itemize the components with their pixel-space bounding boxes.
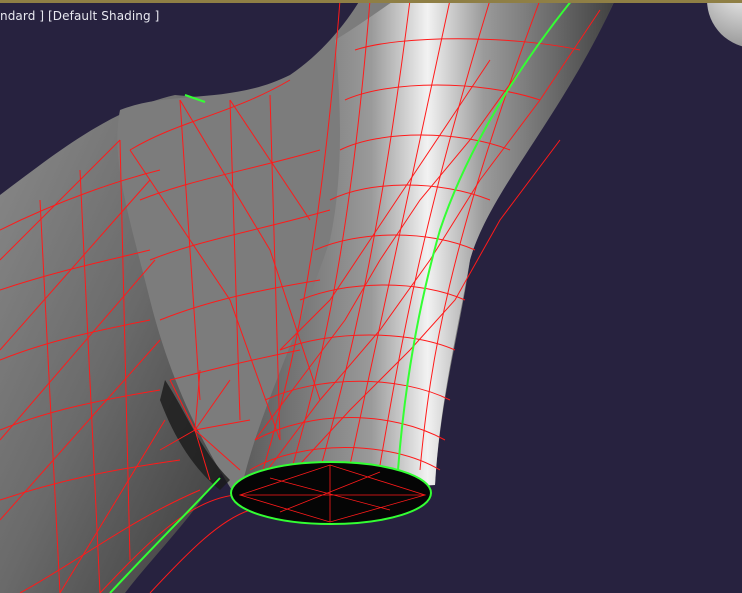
3d-viewport[interactable]: ndard ] [Default Shading ]: [0, 0, 742, 593]
viewport-border-top: [0, 0, 742, 3]
mesh-render[interactable]: [0, 0, 742, 593]
viewport-shading-label[interactable]: ndard ] [Default Shading ]: [0, 9, 159, 23]
view-cube-sphere-icon[interactable]: [707, 0, 742, 48]
